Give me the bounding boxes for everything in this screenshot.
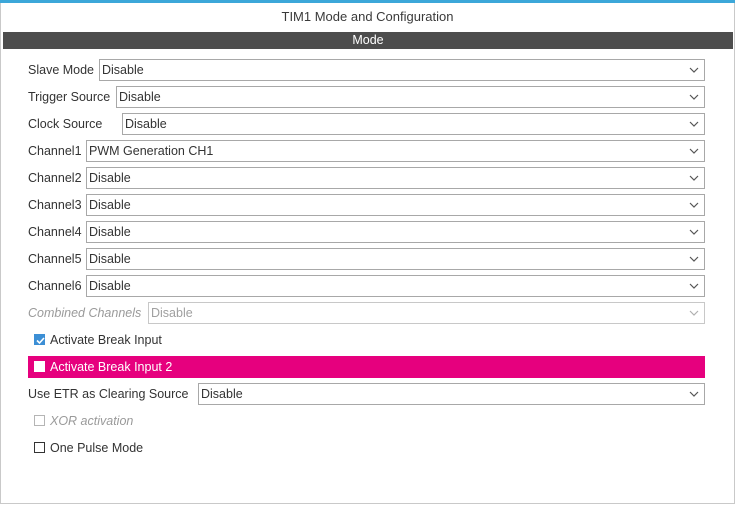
channel6-label: Channel6 [28,279,82,293]
channel3-row: Channel3 Disable [28,194,705,216]
chevron-down-icon [689,256,699,262]
channel5-select[interactable]: Disable [86,248,705,270]
clock-source-select[interactable]: Disable [122,113,705,135]
checkbox-unchecked-icon[interactable] [34,361,45,372]
channel1-value: PWM Generation CH1 [89,144,214,158]
channel2-value: Disable [89,171,131,185]
xor-activation-label: XOR activation [50,414,134,428]
channel3-select[interactable]: Disable [86,194,705,216]
trigger-source-select[interactable]: Disable [116,86,705,108]
channel2-select[interactable]: Disable [86,167,705,189]
clock-source-value: Disable [125,117,167,131]
combined-channels-row: Combined Channels Disable [28,302,705,324]
channel4-row: Channel4 Disable [28,221,705,243]
channel5-row: Channel5 Disable [28,248,705,270]
chevron-down-icon [689,283,699,289]
activate-break-input-2-checkbox[interactable]: Activate Break Input 2 [28,356,705,378]
channel5-value: Disable [89,252,131,266]
checkbox-checked-icon[interactable] [34,334,45,345]
channel3-value: Disable [89,198,131,212]
channel4-value: Disable [89,225,131,239]
channel2-row: Channel2 Disable [28,167,705,189]
chevron-down-icon [689,229,699,235]
channel6-select[interactable]: Disable [86,275,705,297]
etr-clearing-source-value: Disable [201,387,243,401]
checkbox-unchecked-icon [34,415,45,426]
panel-title: TIM1 Mode and Configuration [281,9,454,24]
slave-mode-value: Disable [102,63,144,77]
channel1-label: Channel1 [28,144,82,158]
trigger-source-value: Disable [119,90,161,104]
channel1-row: Channel1 PWM Generation CH1 [28,140,705,162]
channel4-select[interactable]: Disable [86,221,705,243]
channel6-value: Disable [89,279,131,293]
channel5-label: Channel5 [28,252,82,266]
etr-clearing-source-label: Use ETR as Clearing Source [28,387,189,401]
channel3-label: Channel3 [28,198,82,212]
slave-mode-select[interactable]: Disable [99,59,705,81]
slave-mode-row: Slave Mode Disable [28,59,705,81]
mode-section-header: Mode [3,32,733,49]
slave-mode-label: Slave Mode [28,63,95,77]
clock-source-row: Clock Source Disable [28,113,705,135]
combined-channels-value: Disable [151,306,193,320]
activate-break-input-checkbox[interactable]: Activate Break Input [28,329,705,351]
chevron-down-icon [689,310,699,316]
trigger-source-row: Trigger Source Disable [28,86,705,108]
trigger-source-label: Trigger Source [28,90,111,104]
combined-channels-label: Combined Channels [28,306,142,320]
chevron-down-icon [689,67,699,73]
etr-clearing-source-select[interactable]: Disable [198,383,705,405]
chevron-down-icon [689,148,699,154]
chevron-down-icon [689,175,699,181]
etr-clearing-source-row: Use ETR as Clearing Source Disable [28,383,705,405]
clock-source-label: Clock Source [28,117,103,131]
one-pulse-mode-label: One Pulse Mode [50,441,144,455]
xor-activation-checkbox: XOR activation [28,410,705,432]
chevron-down-icon [689,121,699,127]
activate-break-input-2-label: Activate Break Input 2 [50,360,173,374]
combined-channels-select: Disable [148,302,705,324]
chevron-down-icon [689,391,699,397]
channel6-row: Channel6 Disable [28,275,705,297]
activate-break-input-label: Activate Break Input [50,333,162,347]
one-pulse-mode-checkbox[interactable]: One Pulse Mode [28,437,705,459]
chevron-down-icon [689,202,699,208]
channel1-select[interactable]: PWM Generation CH1 [86,140,705,162]
channel4-label: Channel4 [28,225,82,239]
checkbox-unchecked-icon[interactable] [34,442,45,453]
chevron-down-icon [689,94,699,100]
channel2-label: Channel2 [28,171,82,185]
